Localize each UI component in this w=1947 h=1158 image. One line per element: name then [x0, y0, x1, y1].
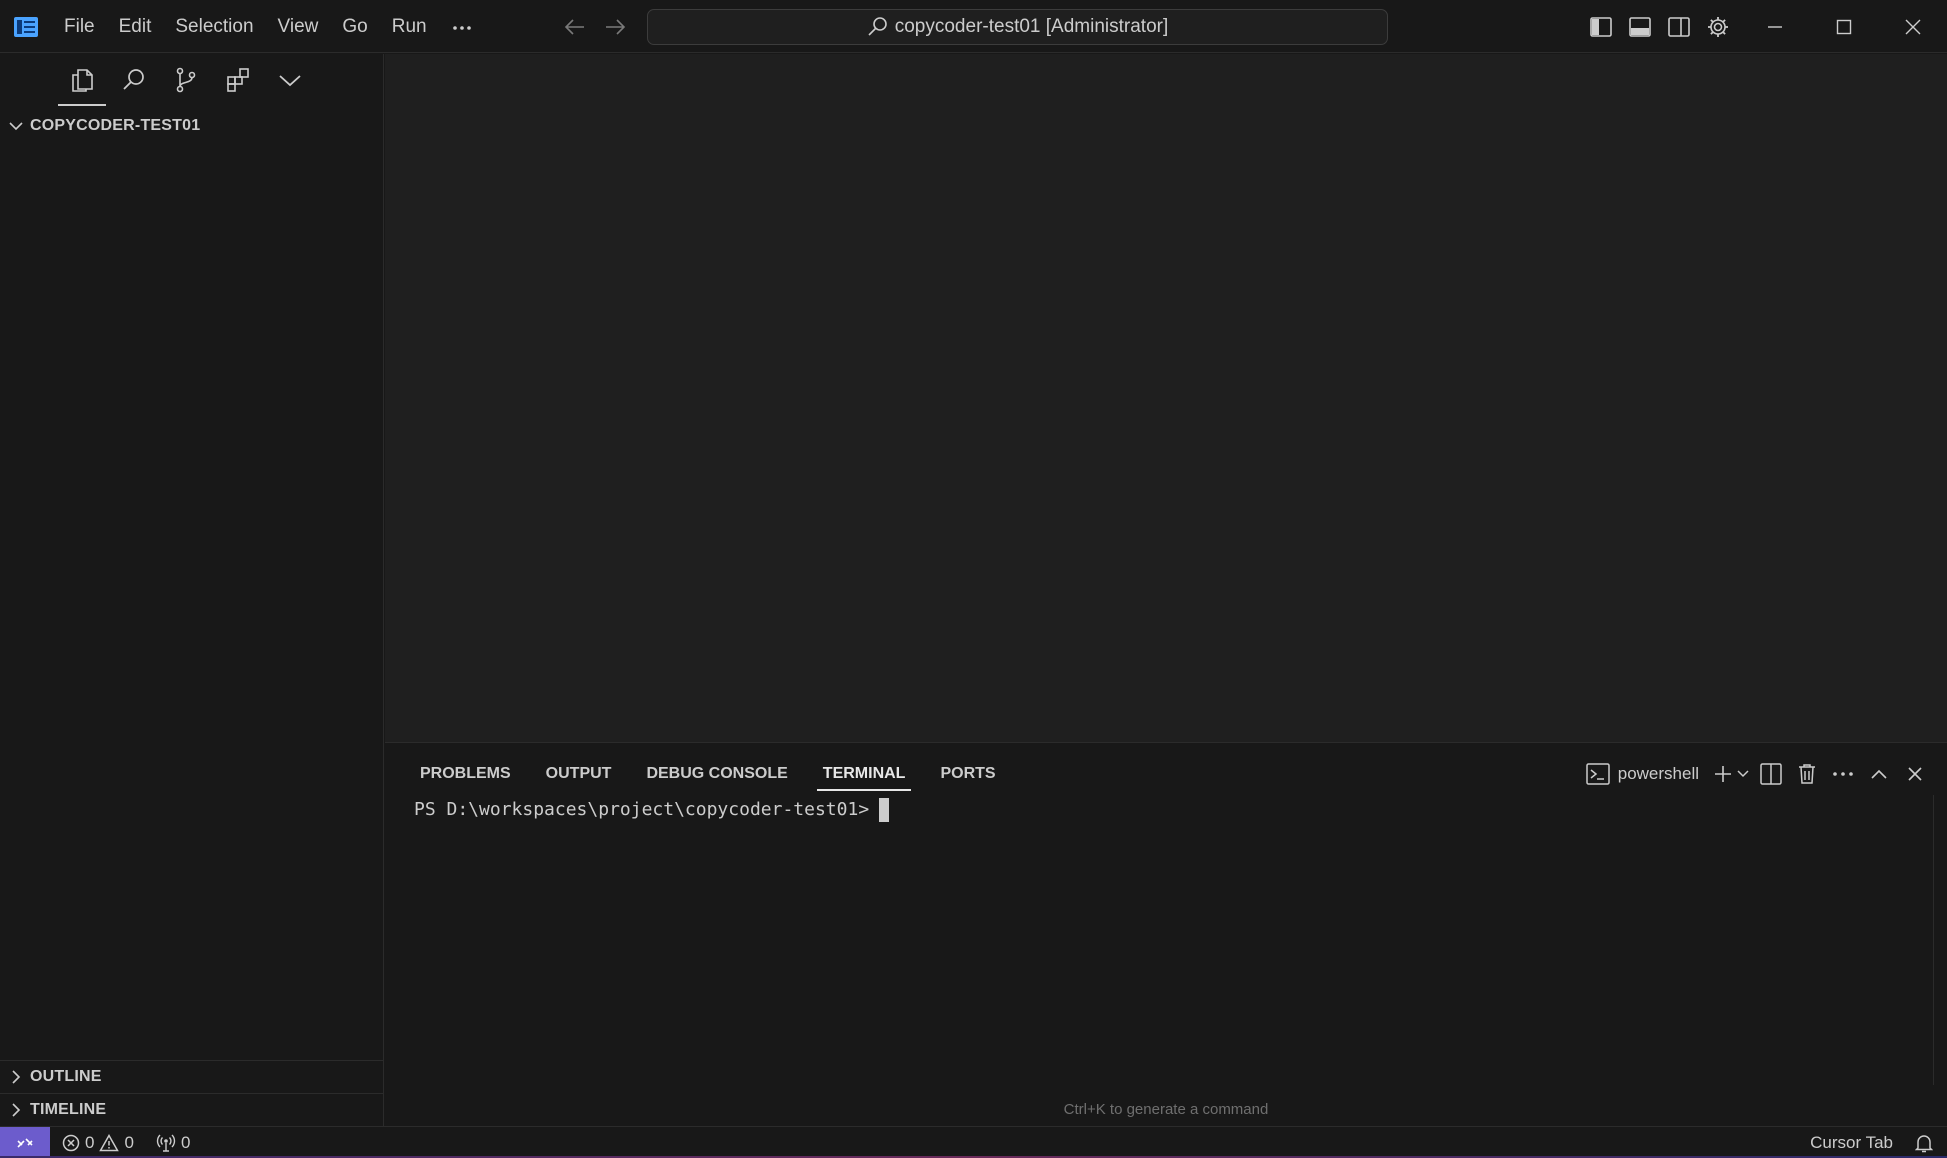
menu-go[interactable]: Go: [330, 10, 379, 44]
search-icon: [868, 17, 887, 36]
terminal-view[interactable]: PS D:\workspaces\project\copycoder-test0…: [414, 795, 1907, 1085]
menu-file[interactable]: File: [52, 10, 107, 44]
remote-indicator[interactable]: [0, 1127, 50, 1158]
warning-count: 0: [124, 1132, 134, 1152]
ports-count: 0: [180, 1132, 191, 1152]
back-arrow-icon[interactable]: [560, 12, 590, 42]
navigation-arrows: [560, 10, 630, 44]
search-tab[interactable]: [108, 54, 160, 106]
problems-status[interactable]: 0 0: [62, 1133, 134, 1153]
menu-edit[interactable]: Edit: [107, 10, 164, 44]
menu-selection[interactable]: Selection: [163, 10, 265, 44]
panel-actions: powershell: [1585, 757, 1933, 791]
app-logo-icon[interactable]: [13, 15, 39, 39]
ellipsis-icon[interactable]: [1825, 757, 1861, 791]
close-window-icon[interactable]: [1878, 0, 1947, 53]
timeline-label: TIMELINE: [30, 1100, 107, 1118]
tab-output[interactable]: OUTPUT: [539, 757, 619, 791]
menu-view[interactable]: View: [266, 10, 331, 44]
chevron-down-icon[interactable]: [1733, 757, 1753, 791]
chevron-down-icon: [9, 122, 23, 131]
title-bar: File Edit Selection View Go Run copycode…: [0, 0, 1947, 53]
forward-arrow-icon[interactable]: [600, 12, 630, 42]
extensions-tab[interactable]: [212, 54, 264, 106]
toggle-primary-sidebar-icon[interactable]: [1586, 10, 1616, 44]
error-count: 0: [85, 1132, 95, 1152]
extensions-icon: [227, 68, 249, 92]
ports-status[interactable]: 0: [156, 1133, 190, 1153]
bottom-panel: PROBLEMS OUTPUT DEBUG CONSOLE TERMINAL P…: [385, 742, 1947, 1126]
chevron-down-icon: [279, 75, 301, 87]
primary-sidebar: COPYCODER-TEST01 OUTLINE TIMELINE: [0, 54, 384, 1126]
layout-actions: [1586, 10, 1733, 44]
ellipsis-icon: [452, 25, 471, 30]
maximize-icon[interactable]: [1809, 0, 1878, 53]
status-bar: 0 0 0 Cursor Tab: [0, 1126, 1947, 1158]
app-window: File Edit Selection View Go Run copycode…: [0, 0, 1947, 1158]
folder-name: COPYCODER-TEST01: [30, 117, 201, 134]
outline-label: OUTLINE: [30, 1067, 102, 1085]
minimize-icon[interactable]: [1740, 0, 1809, 53]
terminal-scrollbar[interactable]: [1933, 795, 1947, 1085]
menu-more[interactable]: [439, 10, 485, 44]
menu-bar: File Edit Selection View Go Run: [52, 0, 485, 53]
toggle-secondary-sidebar-icon[interactable]: [1664, 10, 1694, 44]
terminal-icon: [1585, 763, 1610, 785]
bell-icon[interactable]: [1915, 1133, 1933, 1153]
cursor-tab-status[interactable]: Cursor Tab: [1810, 1133, 1893, 1153]
source-control-tab[interactable]: [160, 54, 212, 106]
settings-gear-icon[interactable]: [1703, 10, 1733, 44]
close-panel-icon[interactable]: [1897, 757, 1933, 791]
menu-run[interactable]: Run: [380, 10, 439, 44]
terminal-prompt-line: PS D:\workspaces\project\copycoder-test0…: [414, 795, 1907, 825]
shell-name: powershell: [1617, 764, 1699, 783]
split-terminal-icon[interactable]: [1753, 757, 1789, 791]
tab-problems[interactable]: PROBLEMS: [413, 757, 518, 791]
explorer-tab[interactable]: [56, 54, 108, 106]
files-icon: [72, 69, 93, 92]
chevron-right-icon: [12, 1069, 21, 1084]
broadcast-icon: [156, 1134, 176, 1152]
timeline-section-header[interactable]: TIMELINE: [0, 1093, 383, 1125]
chevron-right-icon: [12, 1102, 21, 1117]
command-center-label: copycoder-test01 [Administrator]: [894, 16, 1169, 37]
panel-tabs: PROBLEMS OUTPUT DEBUG CONSOLE TERMINAL P…: [413, 757, 1024, 791]
tab-terminal[interactable]: TERMINAL: [816, 757, 913, 791]
new-terminal-icon[interactable]: [1713, 757, 1733, 791]
terminal-prompt: PS D:\workspaces\project\copycoder-test0…: [414, 799, 870, 820]
terminal-shell-selector[interactable]: powershell: [1585, 763, 1699, 785]
outline-section-header[interactable]: OUTLINE: [0, 1060, 383, 1092]
source-control-icon: [176, 67, 196, 93]
trash-icon[interactable]: [1789, 757, 1825, 791]
search-icon: [123, 69, 144, 90]
tab-debug-console[interactable]: DEBUG CONSOLE: [639, 757, 794, 791]
more-views-tab[interactable]: [264, 54, 316, 106]
window-controls: [1740, 0, 1947, 53]
remote-icon: [17, 1137, 33, 1148]
explorer-folder-header[interactable]: COPYCODER-TEST01: [0, 110, 383, 142]
generate-command-hint: Ctrl+K to generate a command: [1063, 1101, 1269, 1118]
activity-tabs: [56, 54, 316, 106]
tab-ports[interactable]: PORTS: [933, 757, 1002, 791]
maximize-panel-icon[interactable]: [1861, 757, 1897, 791]
command-center-search[interactable]: copycoder-test01 [Administrator]: [647, 9, 1388, 45]
editor-area[interactable]: [385, 54, 1947, 742]
terminal-cursor: [879, 798, 890, 822]
toggle-panel-icon[interactable]: [1625, 10, 1655, 44]
error-icon: [62, 1134, 80, 1151]
warning-icon: [99, 1133, 120, 1151]
status-right: Cursor Tab: [1810, 1127, 1933, 1158]
